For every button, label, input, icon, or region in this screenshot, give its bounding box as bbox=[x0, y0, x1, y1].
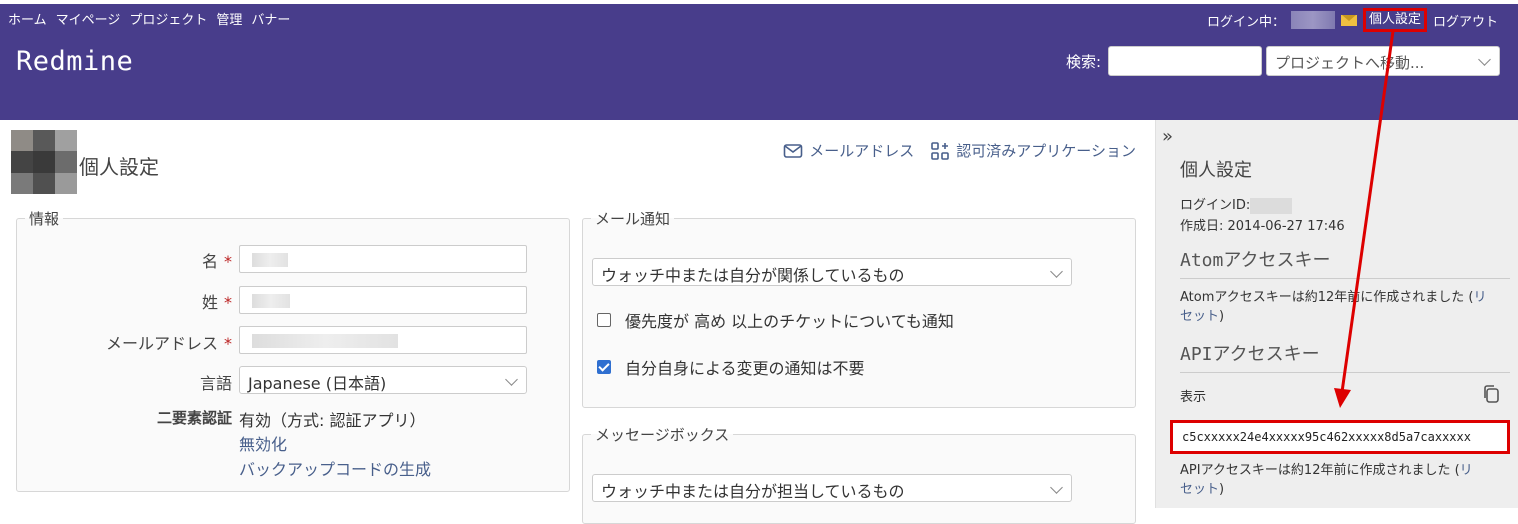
chevron-down-icon bbox=[1050, 481, 1063, 494]
top-menu-home[interactable]: ホーム bbox=[8, 9, 47, 28]
mail-notification-select[interactable]: ウォッチ中または自分が関係しているもの bbox=[592, 258, 1072, 286]
email-input[interactable] bbox=[239, 326, 527, 354]
firstname-input[interactable] bbox=[239, 245, 527, 273]
messagebox-legend: メッセージボックス bbox=[595, 426, 730, 444]
twofa-disable-link[interactable]: 無効化 bbox=[239, 431, 287, 455]
firstname-label-text: 名 bbox=[201, 252, 218, 271]
api-key-title: APIアクセスキー bbox=[1180, 340, 1510, 373]
login-id-redacted bbox=[1250, 197, 1293, 214]
logout-link[interactable]: ログアウト bbox=[1433, 11, 1498, 30]
account-menu: ログイン中： 個人設定 ログアウト bbox=[1207, 8, 1498, 32]
username-redacted[interactable] bbox=[1290, 11, 1335, 29]
close-paren: ) bbox=[1219, 482, 1225, 497]
atom-key-title: Atomアクセスキー bbox=[1180, 246, 1510, 279]
logged-in-label: ログイン中： bbox=[1206, 14, 1285, 30]
search-label: 検索: bbox=[1066, 53, 1102, 71]
project-jump-label: プロジェクトへ移動... bbox=[1275, 54, 1425, 72]
app-title[interactable]: Redmine bbox=[16, 46, 133, 77]
api-reset-text-1: リ bbox=[1459, 463, 1473, 478]
atom-reset-text-2: セット bbox=[1180, 309, 1220, 324]
page-title: 個人設定 bbox=[79, 155, 159, 179]
created-on: 作成日: 2014-06-27 17:46 bbox=[1180, 219, 1345, 234]
api-key-show-link[interactable]: 表示 bbox=[1180, 386, 1206, 405]
twofa-label: 二要素認証 bbox=[156, 409, 232, 427]
lastname-label-text: 姓 bbox=[201, 293, 218, 312]
email-addresses-label: メールアドレス bbox=[809, 142, 915, 160]
api-key-value[interactable]: c5cxxxxx24e4xxxxx95c462xxxxx8d5a7caxxxxx bbox=[1170, 420, 1510, 454]
no-self-notify-label: 自分自身による変更の通知は不要 bbox=[625, 359, 865, 378]
api-key-text: APIアクセスキーは約12年前に作成されました ( bbox=[1180, 463, 1460, 478]
project-jump-select[interactable]: プロジェクトへ移動... bbox=[1266, 46, 1500, 76]
chevron-down-icon bbox=[1050, 265, 1063, 278]
top-menu-projects[interactable]: プロジェクト bbox=[129, 9, 207, 28]
twofa-status: 有効（方式: 認証アプリ） bbox=[239, 411, 426, 430]
main-content: 個人設定 メールアドレス 認可済みアプリケーション 情報 名 * 姓 * メールアド… bbox=[0, 120, 1155, 524]
authorized-apps-label: 認可済みアプリケーション bbox=[956, 142, 1136, 160]
login-id-row: ログインID: bbox=[1180, 194, 1293, 214]
required-mark: * bbox=[224, 252, 232, 271]
priority-notify-checkbox[interactable] bbox=[597, 313, 611, 327]
copy-icon[interactable] bbox=[1482, 384, 1500, 404]
close-paren: ) bbox=[1219, 309, 1225, 324]
top-header: ホーム マイページ プロジェクト 管理 バナー ログイン中： 個人設定 ログアウ… bbox=[0, 4, 1518, 120]
sidebar-toggle[interactable]: » bbox=[1162, 126, 1173, 147]
atom-reset-text-1: リ bbox=[1473, 290, 1487, 305]
search-input[interactable] bbox=[1108, 46, 1262, 76]
envelope-icon bbox=[783, 143, 803, 158]
language-select[interactable]: Japanese (日本語) bbox=[239, 366, 527, 394]
chevron-down-icon bbox=[505, 373, 518, 386]
avatar bbox=[11, 130, 77, 194]
mail-notification-legend: メール通知 bbox=[595, 210, 671, 228]
apps-icon bbox=[931, 141, 950, 160]
api-key-info: APIアクセスキーは約12年前に作成されました (リセット) bbox=[1180, 461, 1510, 499]
no-self-notify-checkbox[interactable] bbox=[597, 360, 611, 374]
required-mark: * bbox=[224, 334, 232, 353]
chevron-down-icon bbox=[1478, 53, 1491, 66]
messagebox-select[interactable]: ウォッチ中または自分が担当しているもの bbox=[592, 474, 1072, 502]
sidebar: » 個人設定 ログインID: 作成日: 2014-06-27 17:46 Ato… bbox=[1155, 120, 1518, 508]
language-label: 言語 bbox=[199, 374, 232, 393]
messagebox-value: ウォッチ中または自分が担当しているもの bbox=[601, 482, 905, 501]
contextual-links: メールアドレス 認可済みアプリケーション bbox=[783, 140, 1136, 161]
priority-notify-row[interactable]: 優先度が 高め 以上のチケットについても通知 bbox=[597, 308, 954, 332]
twofa-backup-link[interactable]: バックアップコードの生成 bbox=[239, 456, 431, 480]
top-menu-banner[interactable]: バナー bbox=[251, 9, 290, 28]
mail-icon[interactable] bbox=[1340, 14, 1357, 26]
top-menu-my-page[interactable]: マイページ bbox=[56, 9, 121, 28]
email-addresses-link[interactable]: メールアドレス bbox=[783, 140, 914, 161]
api-reset-text-2: セット bbox=[1180, 482, 1220, 497]
authorized-apps-link[interactable]: 認可済みアプリケーション bbox=[930, 140, 1136, 161]
language-value: Japanese (日本語) bbox=[248, 374, 387, 393]
required-mark: * bbox=[224, 293, 232, 312]
firstname-label: 名 * bbox=[40, 248, 232, 272]
my-account-link[interactable]: 個人設定 bbox=[1362, 8, 1427, 32]
lastname-input[interactable] bbox=[239, 286, 527, 314]
sidebar-title: 個人設定 bbox=[1180, 160, 1252, 181]
mail-notification-value: ウォッチ中または自分が関係しているもの bbox=[601, 266, 905, 285]
priority-notify-label: 優先度が 高め 以上のチケットについても通知 bbox=[625, 312, 954, 331]
email-label: メールアドレス * bbox=[40, 330, 232, 354]
atom-key-info: Atomアクセスキーは約12年前に作成されました (リセット) bbox=[1180, 288, 1510, 326]
email-label-text: メールアドレス bbox=[105, 334, 218, 353]
top-menu-admin[interactable]: 管理 bbox=[216, 9, 242, 28]
login-id-label: ログインID: bbox=[1180, 198, 1251, 213]
top-menu: ホーム マイページ プロジェクト 管理 バナー bbox=[8, 9, 290, 28]
atom-key-text: Atomアクセスキーは約12年前に作成されました ( bbox=[1180, 290, 1474, 305]
info-legend: 情報 bbox=[29, 210, 60, 228]
lastname-label: 姓 * bbox=[40, 289, 232, 313]
no-self-notify-row[interactable]: 自分自身による変更の通知は不要 bbox=[597, 355, 865, 379]
